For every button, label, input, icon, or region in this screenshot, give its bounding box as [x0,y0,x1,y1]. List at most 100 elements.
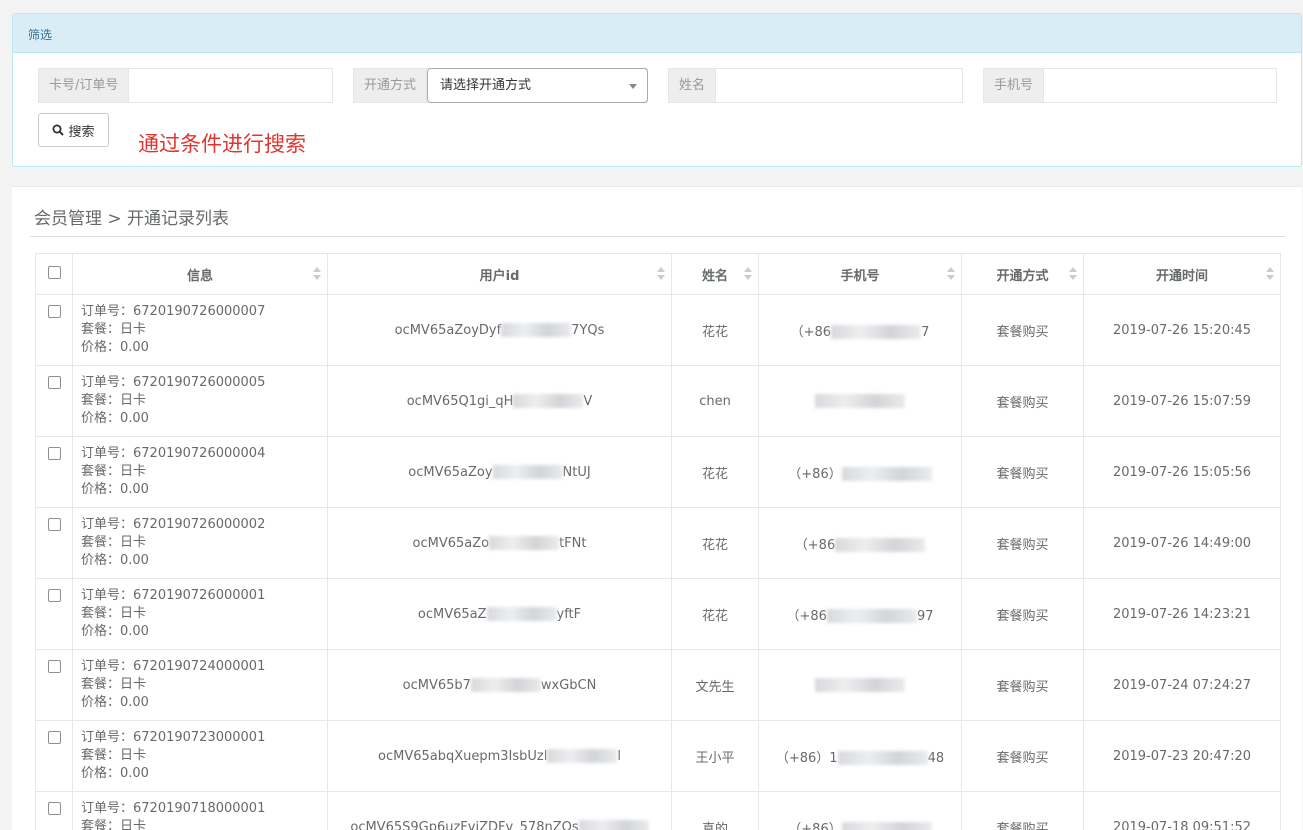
info-cell: 订单号：6720190726000004 套餐：日卡 价格：0.00 [72,436,328,508]
user-id-prefix: ocMV65Q1gi_qH [406,393,514,409]
row-checkbox[interactable] [47,518,61,531]
table-row[interactable]: 订单号：6720190726000002 套餐：日卡 价格：0.00 ocMV65aZ… [35,507,1281,579]
name-input[interactable] [716,69,962,102]
column-header-method[interactable]: 开通方式 [961,253,1084,295]
phone-cell: （+86） [758,436,962,508]
phone-prefix: （+86） [788,821,842,830]
sort-icon [1069,267,1077,281]
user-id-cell: ocMV65aZoy NtUJ [327,436,672,508]
redacted-blur [826,609,917,623]
column-header-name[interactable]: 姓名 [671,253,759,295]
name-cell: 花花 [671,294,759,366]
info-cell: 订单号：6720190726000002 套餐：日卡 价格：0.00 [72,507,328,579]
row-checkbox[interactable] [47,731,61,744]
method-select[interactable]: 请选择开通方式 [427,68,648,103]
column-header-info[interactable]: 信息 [72,253,328,295]
column-header-label: 开通方式 [996,268,1049,284]
user-id-cell: ocMV65aZ yftF [327,578,672,650]
table-row[interactable]: 订单号：6720190726000004 套餐：日卡 价格：0.00 ocMV65aZ… [35,436,1281,508]
order-number: 订单号：6720190724000001 [81,659,266,674]
phone-prefix: （+86 [786,608,827,624]
user-id-suffix: l [617,748,621,764]
row-checkbox[interactable] [47,305,61,318]
phone-suffix: 7 [921,324,930,340]
method-cell: 套餐购买 [961,436,1084,508]
time-cell: 2019-07-24 07:24:27 [1083,649,1281,721]
phone-input[interactable] [1044,69,1276,102]
divider [30,236,1285,237]
user-id-suffix: NtUJ [562,464,591,480]
search-button[interactable]: 搜索 [38,113,109,147]
column-header-label: 手机号 [840,268,880,284]
sort-icon [1266,267,1274,281]
select-all-checkbox[interactable] [47,265,61,279]
price: 价格：0.00 [81,624,149,639]
phone-cell [758,365,962,437]
user-id-prefix: ocMV65aZoyDyf [394,322,502,338]
info-cell: 订单号：6720190726000005 套餐：日卡 价格：0.00 [72,365,328,437]
user-id-suffix: V [583,393,593,409]
order-number: 订单号：6720190726000001 [81,588,266,603]
row-checkbox[interactable] [47,660,61,673]
method-filter: 开通方式 请选择开通方式 [353,68,648,103]
table-row[interactable]: 订单号：6720190724000001 套餐：日卡 价格：0.00 ocMV65b7… [35,649,1281,721]
plan-type: 套餐：日卡 [81,606,147,621]
row-select-cell [35,791,73,830]
time-cell: 2019-07-26 14:23:21 [1083,578,1281,650]
name-cell: 文先生 [671,649,759,721]
name-cell: 王小平 [671,720,759,792]
redacted-blur [815,678,905,692]
column-header-user-id[interactable]: 用户id [327,253,672,295]
table-row[interactable]: 订单号：6720190723000001 套餐：日卡 价格：0.00 ocMV65ab… [35,720,1281,792]
column-header-label: 信息 [186,268,213,284]
user-id-cell: ocMV65aZoyDyf 7YQs [327,294,672,366]
row-select-cell [35,507,73,579]
column-header-time[interactable]: 开通时间 [1083,253,1281,295]
column-header-phone[interactable]: 手机号 [758,253,962,295]
column-header-label: 用户id [479,268,520,284]
sort-icon [313,267,321,281]
price: 价格：0.00 [81,766,149,781]
phone-suffix: 97 [916,608,934,624]
row-checkbox[interactable] [47,376,61,389]
phone-label: 手机号 [984,69,1045,102]
sort-icon [947,267,955,281]
order-number: 订单号：6720190726000007 [81,304,266,319]
row-select-cell [35,365,73,437]
plan-type: 套餐：日卡 [81,393,147,408]
redacted-blur [547,749,618,763]
user-id-prefix: ocMV65aZoy [408,464,493,480]
method-cell: 套餐购买 [961,578,1084,650]
info-cell: 订单号：6720190724000001 套餐：日卡 价格：0.00 [72,649,328,721]
info-cell: 订单号：6720190726000001 套餐：日卡价格：0.00 [72,578,328,650]
table-row[interactable]: 订单号：6720190726000005 套餐：日卡 价格：0.00 ocMV65Q1… [35,365,1281,437]
table-row[interactable]: 订单号：6720190726000007 套餐：日卡 价格：0.00 ocMV65aZ… [35,294,1281,366]
redacted-blur [837,751,928,765]
name-cell: chen [671,365,759,437]
info-cell: 订单号：6720190723000001 套餐：日卡 价格：0.00 [72,720,328,792]
phone-cell [758,649,962,721]
order-number: 订单号：6720190718000001 [81,801,266,816]
card-order-label: 卡号/订单号 [39,69,130,102]
redacted-blur [841,822,932,830]
method-cell: 套餐购买 [961,791,1084,830]
user-id-suffix: wxGbCN [540,677,597,693]
name-cell: 花花 [671,436,759,508]
name-cell: 花花 [671,507,759,579]
row-checkbox[interactable] [47,802,61,815]
user-id-cell: ocMV65S9Gp6uzFviZDFv_578nZQs [327,791,672,830]
time-cell: 2019-07-26 14:49:00 [1083,507,1281,579]
user-id-prefix: ocMV65aZ [417,606,487,622]
row-checkbox[interactable] [47,589,61,602]
row-select-cell [35,294,73,366]
user-id-cell: ocMV65Q1gi_qH V [327,365,672,437]
card-order-input[interactable] [129,69,332,102]
card-order-filter: 卡号/订单号 [38,68,333,103]
table-row[interactable]: 订单号：6720190726000001 套餐：日卡价格：0.00 ocMV65aZ… [35,578,1281,650]
table-row[interactable]: 订单号：6720190718000001套餐：日卡价格：0.00ocMV65S9… [35,791,1281,830]
redacted-blur [486,607,557,621]
price: 价格：0.00 [81,695,149,710]
phone-filter: 手机号 [983,68,1277,103]
user-id-suffix: tFNt [559,535,587,551]
row-checkbox[interactable] [47,447,61,460]
